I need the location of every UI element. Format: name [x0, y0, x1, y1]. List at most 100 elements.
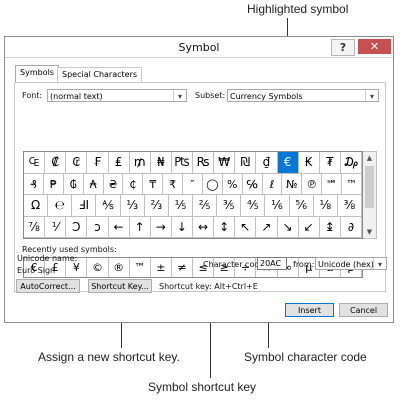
symbol-cell[interactable]: ℓ: [262, 173, 283, 195]
recent-symbol-cell[interactable]: ©: [87, 258, 109, 277]
symbol-cell[interactable]: ₲: [63, 173, 84, 195]
callout-char-code: Symbol character code: [244, 350, 367, 364]
symbol-cell[interactable]: ⅘: [241, 195, 266, 217]
callout-highlighted-symbol: Highlighted symbol: [247, 2, 349, 16]
recent-symbol-cell[interactable]: ±: [151, 258, 172, 277]
symbol-cell[interactable]: Ω: [24, 195, 49, 217]
symbol-cell[interactable]: ↕: [214, 216, 236, 238]
symbol-cell[interactable]: ↑: [129, 216, 151, 238]
symbol-cell[interactable]: ∂: [340, 216, 362, 238]
symbol-cell[interactable]: ₰: [24, 173, 44, 195]
symbol-cell[interactable]: ₱: [43, 173, 64, 195]
insert-button[interactable]: Insert: [285, 303, 334, 317]
symbol-cell[interactable]: ₢: [66, 152, 88, 174]
symbol-cell[interactable]: ⅕: [168, 195, 193, 217]
symbol-cell[interactable]: %: [222, 173, 243, 195]
symbol-cell[interactable]: ℠: [322, 173, 343, 195]
symbol-grid: ₠ ₡ ₢ ₣ ₤ ₥ ₦ ₧ ₨ ₩ ₪ ₫ € ₭ ₮ ₯ ₰ ₱ ₲ ₳ ₴ ₵ ₸ ₹ ″ ◯% ℅ ℓ № ℗ ℠ ™ Ω ℮ ℲI ⅍ ⅓ ⅔…: [23, 151, 363, 239]
symbol-cell[interactable]: №: [282, 173, 303, 195]
symbol-cell[interactable]: ↗: [256, 216, 278, 238]
symbol-cell[interactable]: ℲI: [72, 195, 97, 217]
symbol-cell[interactable]: Ↄ: [66, 216, 88, 238]
titlebar: Symbol ? ✕: [5, 37, 393, 58]
symbol-cell[interactable]: ↙: [298, 216, 320, 238]
from-value: Unicode (hex): [318, 260, 374, 269]
from-select[interactable]: Unicode (hex) ▾: [315, 257, 387, 270]
recent-symbol-cell[interactable]: ™: [130, 258, 151, 277]
symbol-cell[interactable]: ↘: [277, 216, 299, 238]
symbol-cell[interactable]: ⅍: [96, 195, 121, 217]
symbol-cell[interactable]: ◯: [202, 173, 223, 195]
tab-symbols[interactable]: Symbols: [15, 65, 59, 83]
symbol-cell[interactable]: ⅖: [193, 195, 218, 217]
from-label: from:: [293, 260, 315, 269]
symbol-cell[interactable]: ⅟: [45, 216, 67, 238]
subset-value: Currency Symbols: [230, 92, 303, 101]
symbol-cell[interactable]: ↓: [171, 216, 193, 238]
symbol-cell[interactable]: ₣: [87, 152, 109, 174]
symbol-cell[interactable]: ₡: [45, 152, 67, 174]
symbol-dialog: Symbol ? ✕ Symbols Special Characters Fo…: [4, 36, 394, 323]
scroll-thumb[interactable]: [365, 166, 374, 208]
chevron-down-icon: ▾: [365, 90, 378, 101]
symbol-cell[interactable]: ⅗: [217, 195, 242, 217]
symbol-cell[interactable]: ₮: [319, 152, 341, 174]
unicode-name-value: Euro Sign: [17, 266, 56, 275]
symbol-cell[interactable]: ⅙: [265, 195, 290, 217]
shortcut-key-button[interactable]: Shortcut Key...: [88, 279, 152, 293]
tab-special-characters[interactable]: Special Characters: [57, 67, 143, 83]
symbol-cell[interactable]: ⅜: [337, 195, 362, 217]
symbol-cell[interactable]: ↔: [193, 216, 215, 238]
symbol-cell[interactable]: ₤: [108, 152, 130, 174]
symbol-cell[interactable]: ↄ: [87, 216, 109, 238]
symbol-cell[interactable]: ₩: [214, 152, 236, 174]
symbol-cell[interactable]: ₸: [143, 173, 164, 195]
symbol-cell[interactable]: →: [150, 216, 172, 238]
symbol-cell[interactable]: ₯: [340, 152, 362, 174]
scroll-up-icon[interactable]: ▲: [363, 152, 376, 164]
symbol-cell[interactable]: ←: [108, 216, 130, 238]
symbol-cell[interactable]: ⅓: [120, 195, 145, 217]
symbol-cell[interactable]: ℗: [302, 173, 323, 195]
recent-symbol-cell[interactable]: ≠: [172, 258, 193, 277]
scroll-down-icon[interactable]: ▼: [363, 226, 376, 238]
symbol-cell[interactable]: ₠: [24, 152, 46, 174]
symbol-cell[interactable]: ⅞: [24, 216, 46, 238]
subset-select[interactable]: Currency Symbols ▾: [227, 89, 379, 102]
close-button[interactable]: ✕: [358, 39, 391, 54]
symbol-cell[interactable]: ₧: [171, 152, 193, 174]
autocorrect-button[interactable]: AutoCorrect...: [16, 279, 80, 293]
symbol-cell[interactable]: ₴: [103, 173, 124, 195]
chevron-down-icon: ▾: [373, 258, 386, 269]
symbol-grid-scrollbar[interactable]: ▲ ▼: [363, 151, 377, 239]
char-code-input[interactable]: 20AC: [257, 257, 287, 270]
symbol-cell[interactable]: ⅛: [313, 195, 338, 217]
symbol-cell[interactable]: ℅: [242, 173, 263, 195]
symbol-cell-selected[interactable]: €: [277, 152, 299, 174]
symbol-cell[interactable]: ₫: [256, 152, 278, 174]
chevron-down-icon: ▾: [173, 90, 186, 101]
font-select[interactable]: (normal text) ▾: [47, 89, 187, 102]
symbol-cell[interactable]: ₵: [123, 173, 144, 195]
symbol-cell[interactable]: ↖: [235, 216, 257, 238]
font-value: (normal text): [50, 92, 103, 101]
symbol-cell[interactable]: ₹: [163, 173, 184, 195]
symbol-cell[interactable]: ⅚: [289, 195, 314, 217]
symbol-cell[interactable]: ⅔: [144, 195, 169, 217]
symbol-cell[interactable]: ₥: [129, 152, 151, 174]
symbol-cell[interactable]: ™: [342, 173, 362, 195]
symbol-cell[interactable]: ₨: [193, 152, 215, 174]
symbol-cell[interactable]: ″: [183, 173, 203, 195]
symbol-cell[interactable]: ₦: [150, 152, 172, 174]
subset-label: Subset:: [195, 91, 226, 100]
symbol-cell[interactable]: ℮: [48, 195, 73, 217]
symbol-cell[interactable]: ₪: [235, 152, 257, 174]
recent-label: Recently used symbols:: [22, 245, 117, 254]
symbol-cell[interactable]: ₳: [83, 173, 104, 195]
shortcut-key-text: Shortcut key: Alt+Ctrl+E: [159, 282, 258, 291]
cancel-button[interactable]: Cancel: [339, 303, 388, 317]
symbol-cell[interactable]: ↨: [319, 216, 341, 238]
symbol-cell[interactable]: ₭: [298, 152, 320, 174]
help-button[interactable]: ?: [331, 39, 355, 56]
recent-symbol-cell[interactable]: ®: [109, 258, 130, 277]
